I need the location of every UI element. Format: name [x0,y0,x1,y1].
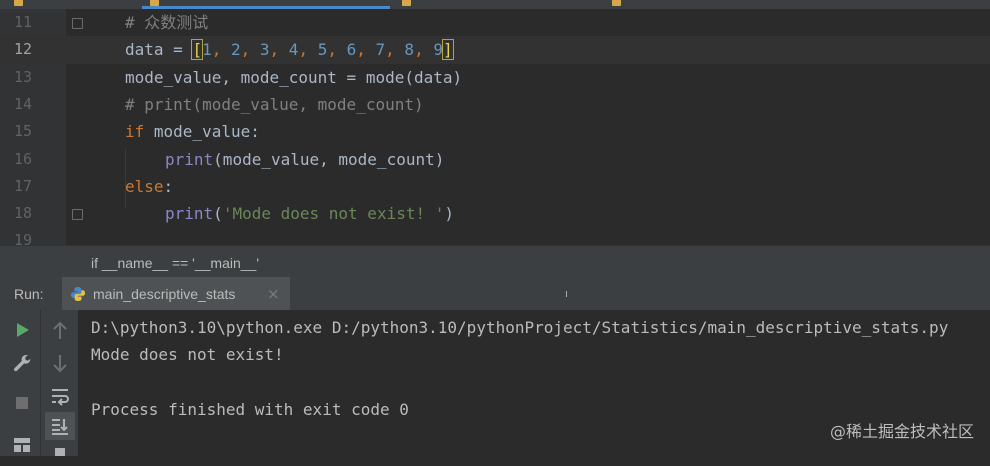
line-number: 18 [13,204,32,223]
code-number: 1 [202,40,212,60]
scroll-to-end-icon [52,419,68,435]
code-line[interactable]: 18 print('Mode does not exist! ') [0,200,990,227]
code-number: 8 [404,40,415,60]
code-number: 2 [230,40,241,60]
console-line: Process finished with exit code 0 [91,400,409,419]
code-bracket: [ [191,39,204,61]
code-line[interactable]: 15 if mode_value: [0,118,990,145]
code-number: 4 [288,40,299,60]
code-number: 3 [259,40,270,60]
fold-icon[interactable] [72,18,83,29]
stop-icon[interactable] [11,392,33,414]
run-tab-label: main_descriptive_stats [93,286,236,302]
python-file-icon [402,0,411,6]
code-string: 'Mode does not exist! ' [222,204,445,224]
code-line[interactable]: 14 # print(mode_value, mode_count) [0,91,990,118]
fold-icon[interactable] [72,209,83,221]
code-line[interactable]: 11 # 众数测试 [0,9,990,36]
code-keyword: if [125,122,145,142]
code-number: 5 [317,40,328,60]
code-bracket: ] [442,39,454,61]
console-line: Mode does not exist! [91,345,284,364]
console-side-toolbar [40,310,79,456]
code-number: 9 [433,40,443,60]
python-file-icon [71,287,85,301]
code-line-current[interactable]: 12 data = [1, 2, 3, 4, 5, 6, 7, 8, 9] [0,36,990,64]
run-toolwindow-header: Run: main_descriptive_stats × [0,277,990,311]
line-number: 11 [13,13,32,31]
code-comment: # print(mode_value, mode_count) [125,94,424,114]
run-side-toolbar [0,310,40,456]
code-text: (mode_value, mode_count) [213,149,445,169]
wrench-icon[interactable] [11,352,33,374]
console-line: D:\python3.10\python.exe D:/python3.10/p… [91,318,949,337]
code-line[interactable]: 16 print(mode_value, mode_count) [0,146,990,173]
code-builtin: print [165,149,214,169]
code-text: mode_value, mode_count = mode(data) [125,67,463,87]
python-file-icon [14,0,23,6]
line-number: 12 [13,40,32,59]
python-file-icon [612,0,621,6]
code-editor[interactable]: 11 # 众数测试 12 data = [1, 2, 3, 4, 5, 6, 7… [0,9,990,245]
code-text: ( [213,204,223,224]
line-number: 14 [13,94,32,113]
cursor-tick [566,291,567,297]
print-icon[interactable] [49,444,71,466]
line-number: 15 [13,122,32,141]
arrow-up-icon[interactable] [49,320,71,342]
code-line[interactable]: 19 [0,227,990,245]
code-comment: # 众数测试 [125,13,209,32]
code-keyword: else [125,176,164,196]
code-text: : [163,176,174,196]
line-number: 13 [13,67,32,86]
line-number: 17 [13,176,32,195]
code-text: mode_value: [144,122,260,142]
code-builtin: print [165,204,214,224]
run-label: Run: [14,286,44,302]
editor-tab-strip [0,0,990,9]
line-number: 19 [13,231,32,245]
code-number: 6 [346,40,357,60]
code-line[interactable]: 17 else: [0,173,990,200]
code-line[interactable]: 13 mode_value, mode_count = mode(data) [0,64,990,91]
code-text: ) [444,204,455,224]
run-icon[interactable] [11,319,33,341]
run-tab[interactable]: main_descriptive_stats × [62,277,290,310]
code-number: 7 [375,40,386,60]
code-text: data = [125,40,193,60]
line-number: 16 [13,149,32,168]
breadcrumb-item[interactable]: if __name__ == '__main__' [91,255,259,271]
scroll-to-end-toggle[interactable] [45,412,75,440]
arrow-down-icon[interactable] [49,352,71,374]
close-icon[interactable]: × [267,285,280,303]
watermark: @稀土掘金技术社区 [829,422,974,441]
layout-icon[interactable] [11,434,33,456]
soft-wrap-icon[interactable] [49,385,71,407]
breadcrumb[interactable]: if __name__ == '__main__' [0,245,990,278]
